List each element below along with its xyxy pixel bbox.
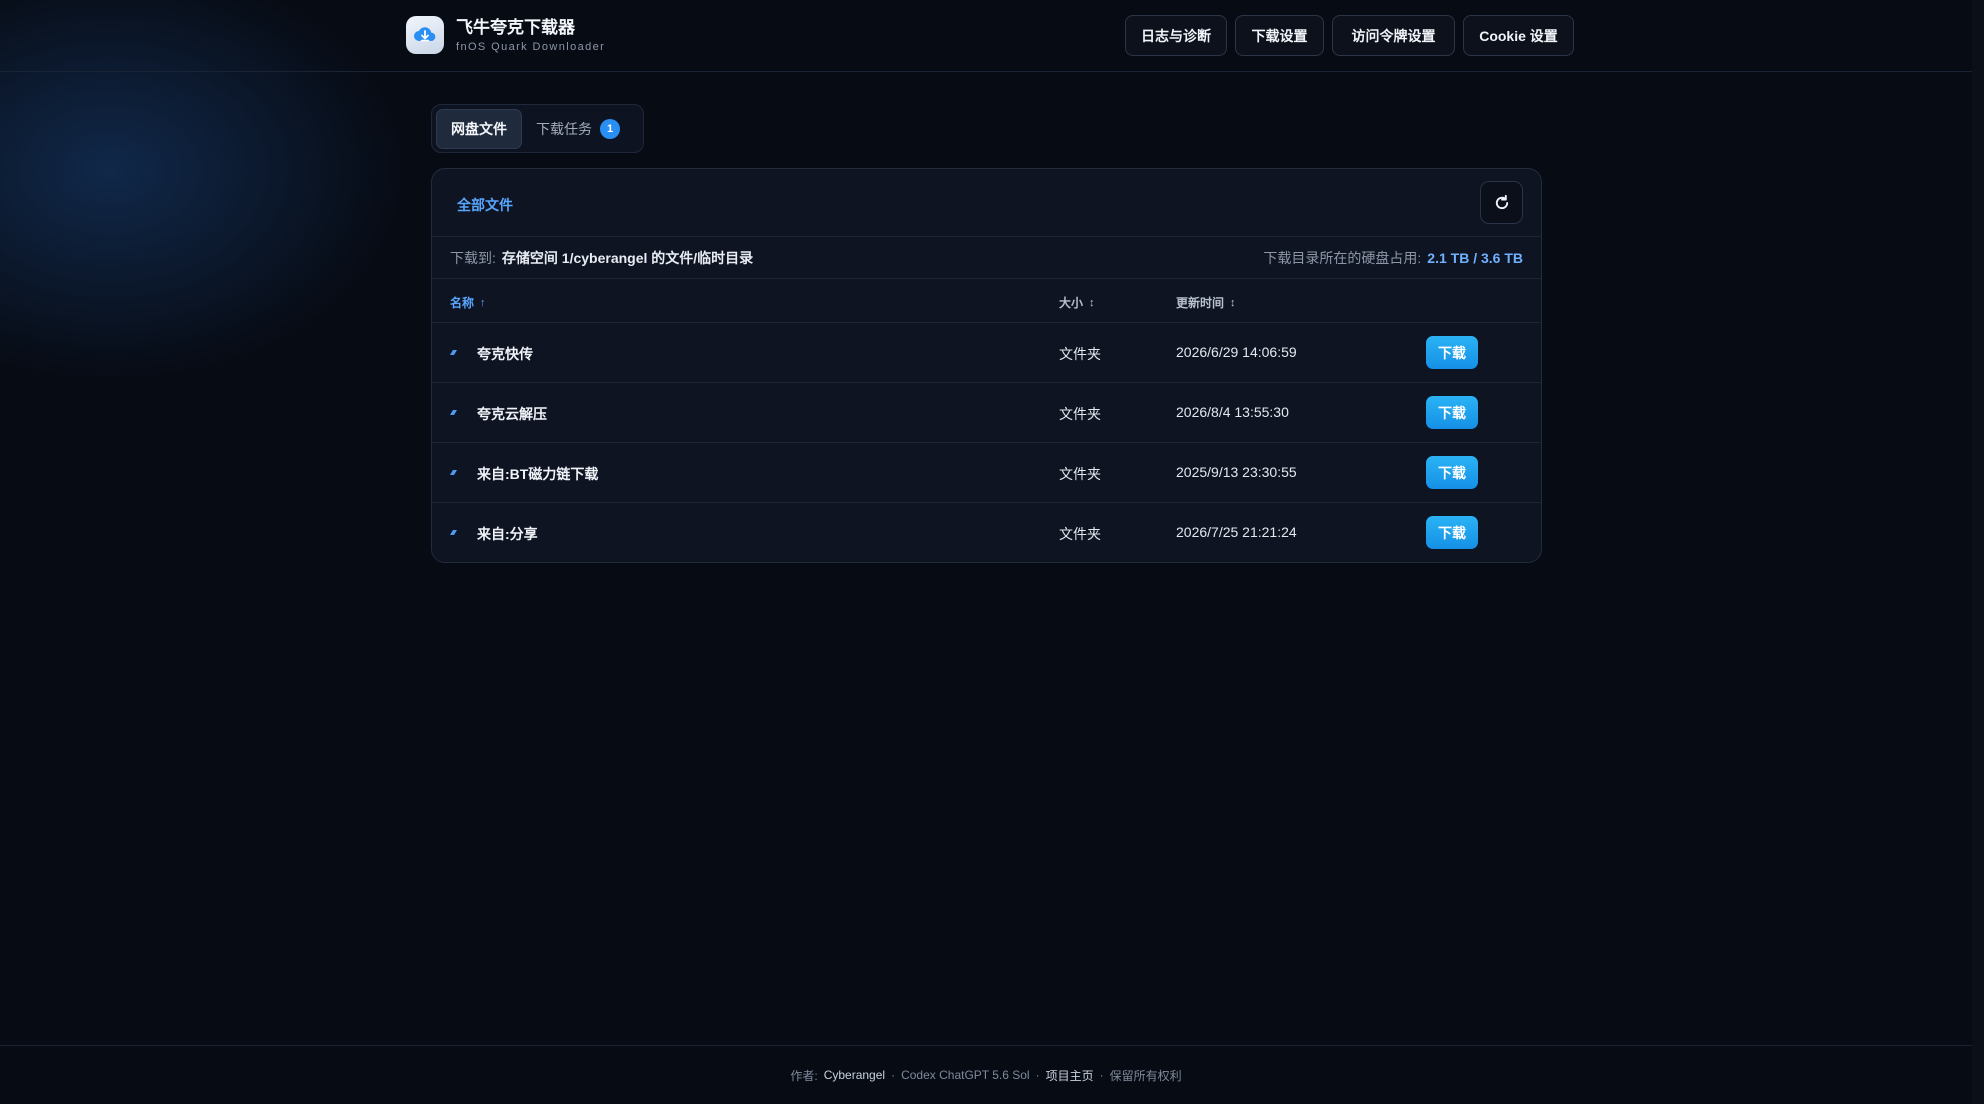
file-updated-time: 2026/6/29 14:06:59 bbox=[1176, 344, 1297, 360]
file-name[interactable]: 夸克云解压 bbox=[477, 404, 547, 424]
cookie-settings-button[interactable]: Cookie 设置 bbox=[1463, 15, 1574, 56]
file-name[interactable]: 夸克快传 bbox=[477, 344, 533, 364]
file-updated-time: 2026/8/4 13:55:30 bbox=[1176, 404, 1289, 420]
refresh-icon bbox=[1495, 194, 1508, 209]
file-updated-time: 2025/9/13 23:30:55 bbox=[1176, 464, 1297, 480]
tab-download-tasks-label: 下载任务 bbox=[536, 120, 592, 137]
top-header: 飞牛夸克下载器 fnOS Quark Downloader 日志与诊断 下载设置… bbox=[0, 0, 1972, 72]
download-button[interactable]: 下载 bbox=[1426, 456, 1478, 489]
table-row[interactable]: 夸克云解压 文件夹 2026/8/4 13:55:30 下载 bbox=[432, 383, 1541, 443]
folder-icon bbox=[450, 350, 457, 355]
download-settings-button[interactable]: 下载设置 bbox=[1235, 15, 1324, 56]
app-title: 飞牛夸克下载器 bbox=[456, 17, 575, 37]
tab-cloud-files[interactable]: 网盘文件 bbox=[436, 108, 522, 149]
sort-toggle-icon: ↕ bbox=[1089, 296, 1095, 309]
page-scrollbar[interactable] bbox=[1972, 0, 1984, 1104]
file-name[interactable]: 来自:分享 bbox=[477, 524, 538, 544]
footer-homepage-link[interactable]: 项目主页 bbox=[1046, 1067, 1094, 1084]
download-button[interactable]: 下载 bbox=[1426, 516, 1478, 549]
tab-download-tasks[interactable]: 下载任务 1 bbox=[522, 109, 634, 149]
table-row[interactable]: 来自:BT磁力链下载 文件夹 2025/9/13 23:30:55 下载 bbox=[432, 443, 1541, 503]
download-path[interactable]: 存储空间 1/cyberangel 的文件/临时目录 bbox=[502, 248, 753, 268]
disk-usage-label: 下载目录所在的硬盘占用: bbox=[1263, 249, 1422, 266]
header-nav: 日志与诊断 下载设置 访问令牌设置 Cookie 设置 bbox=[1125, 15, 1574, 56]
footer-credit: Codex ChatGPT 5.6 Sol bbox=[901, 1068, 1030, 1082]
footer-separator: · bbox=[1035, 1068, 1040, 1082]
file-browser-card: 全部文件 下载到: 存储空间 1/cyberangel 的文件/临时目录 下载目… bbox=[431, 168, 1542, 563]
download-info-bar: 下载到: 存储空间 1/cyberangel 的文件/临时目录 下载目录所在的硬… bbox=[432, 237, 1541, 279]
brand[interactable]: 飞牛夸克下载器 fnOS Quark Downloader bbox=[406, 16, 605, 54]
column-header-time[interactable]: 更新时间 ↕ bbox=[1176, 294, 1236, 311]
file-size: 文件夹 bbox=[1059, 346, 1101, 362]
column-header-size[interactable]: 大小 ↕ bbox=[1059, 294, 1095, 311]
footer-author-label: 作者: bbox=[790, 1068, 818, 1083]
table-header: 名称 ↑ 大小 ↕ 更新时间 ↕ bbox=[432, 279, 1541, 323]
table-row[interactable]: 来自:分享 文件夹 2026/7/25 21:21:24 下载 bbox=[432, 503, 1541, 562]
file-name[interactable]: 来自:BT磁力链下载 bbox=[477, 464, 598, 484]
column-time-label: 更新时间 bbox=[1176, 296, 1225, 310]
refresh-button[interactable] bbox=[1480, 181, 1523, 224]
footer-rights: 保留所有权利 bbox=[1109, 1068, 1182, 1083]
column-name-label: 名称 bbox=[450, 296, 475, 310]
footer-separator: · bbox=[1099, 1068, 1104, 1082]
footer-author-link[interactable]: Cyberangel bbox=[824, 1068, 885, 1082]
card-toolbar: 全部文件 bbox=[432, 169, 1541, 237]
tab-cloud-files-label: 网盘文件 bbox=[451, 120, 507, 137]
download-button[interactable]: 下载 bbox=[1426, 336, 1478, 369]
app-root: 飞牛夸克下载器 fnOS Quark Downloader 日志与诊断 下载设置… bbox=[0, 0, 1984, 1104]
download-button[interactable]: 下载 bbox=[1426, 396, 1478, 429]
footer-separator: · bbox=[891, 1068, 896, 1082]
column-size-label: 大小 bbox=[1059, 296, 1084, 310]
cloud-download-logo-icon bbox=[406, 16, 444, 54]
breadcrumb-all-files[interactable]: 全部文件 bbox=[457, 195, 513, 215]
download-to-label: 下载到: bbox=[450, 249, 496, 266]
disk-usage-value: 2.1 TB / 3.6 TB bbox=[1427, 249, 1523, 266]
folder-icon bbox=[450, 410, 457, 415]
table-row[interactable]: 夸克快传 文件夹 2026/6/29 14:06:59 下载 bbox=[432, 323, 1541, 383]
page-footer: 作者: Cyberangel · Codex ChatGPT 5.6 Sol ·… bbox=[0, 1045, 1972, 1104]
folder-icon bbox=[450, 530, 457, 535]
file-updated-time: 2026/7/25 21:21:24 bbox=[1176, 524, 1297, 540]
app-subtitle: fnOS Quark Downloader bbox=[456, 40, 606, 53]
sort-asc-icon: ↑ bbox=[480, 296, 486, 309]
file-size: 文件夹 bbox=[1059, 526, 1101, 542]
sort-toggle-icon: ↕ bbox=[1230, 296, 1236, 309]
folder-icon bbox=[450, 470, 457, 475]
token-settings-button[interactable]: 访问令牌设置 bbox=[1332, 15, 1455, 56]
file-size: 文件夹 bbox=[1059, 466, 1101, 482]
tasks-count-badge: 1 bbox=[600, 118, 620, 139]
file-size: 文件夹 bbox=[1059, 406, 1101, 422]
logs-diagnostics-button[interactable]: 日志与诊断 bbox=[1125, 15, 1227, 56]
column-header-name[interactable]: 名称 ↑ bbox=[450, 294, 486, 311]
main-tabs: 网盘文件 下载任务 1 bbox=[431, 104, 644, 153]
